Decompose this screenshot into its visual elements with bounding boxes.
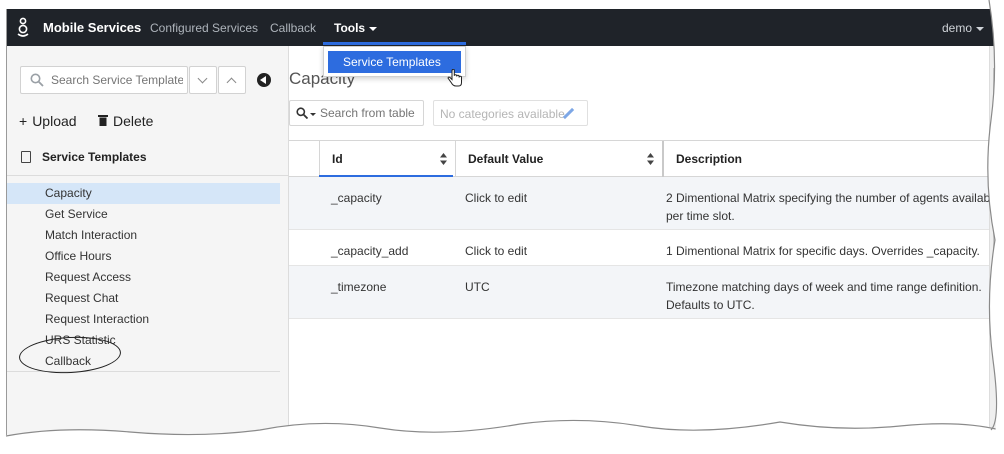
table-header: Id Default Value Description <box>289 140 989 177</box>
trash-icon <box>98 115 108 126</box>
brand-title[interactable]: Mobile Services <box>43 20 141 35</box>
table-row[interactable]: _capacity Click to edit 2 Dimentional Ma… <box>289 177 1000 230</box>
column-header-id[interactable]: Id <box>319 141 455 177</box>
cell-description: Timezone matching days of week and time … <box>666 278 982 314</box>
collapse-left-icon[interactable] <box>257 73 271 87</box>
cell-id: _capacity_add <box>331 244 409 258</box>
section-title: Service Templates <box>42 150 147 164</box>
delete-label: Delete <box>113 113 154 129</box>
cell-description: 1 Dimentional Matrix for specific days. … <box>666 244 980 258</box>
list-item-request-chat[interactable]: Request Chat <box>7 288 280 309</box>
table-row[interactable]: _capacity_add Click to edit 1 Dimentiona… <box>289 230 989 266</box>
cell-description-line2: per time slot. <box>666 209 735 223</box>
plus-icon: + <box>19 113 28 129</box>
cell-description-line2: Defaults to UTC. <box>666 298 755 312</box>
sort-icon[interactable] <box>647 153 654 165</box>
chevron-up-icon <box>226 77 237 88</box>
app-window: Mobile Services Configured Services Call… <box>6 9 1004 454</box>
list-item-office-hours[interactable]: Office Hours <box>7 246 280 267</box>
cell-default-value[interactable]: UTC <box>465 278 490 296</box>
column-header-default-value[interactable]: Default Value <box>455 141 662 177</box>
table-row[interactable]: _timezone UTC Timezone matching days of … <box>289 266 989 319</box>
top-navbar: Mobile Services Configured Services Call… <box>7 9 1004 46</box>
list-item-capacity[interactable]: Capacity <box>7 183 280 204</box>
user-name: demo <box>941 21 972 35</box>
column-header-id-label: Id <box>332 152 343 166</box>
nav-tools[interactable]: Tools <box>334 21 378 35</box>
collapse-up-button[interactable] <box>218 66 246 94</box>
torn-edge-bottom <box>0 419 1004 454</box>
list-item-request-interaction[interactable]: Request Interaction <box>7 309 280 330</box>
chevron-down-icon <box>369 26 378 31</box>
search-icon <box>30 73 44 87</box>
tools-dropdown-menu: Service Templates <box>323 46 466 77</box>
categories-text: No categories available <box>440 107 565 121</box>
cell-description: 2 Dimentional Matrix specifying the numb… <box>666 189 1000 225</box>
table-search-input[interactable] <box>320 105 420 121</box>
column-header-description[interactable]: Description <box>662 141 989 177</box>
chevron-down-icon <box>310 113 316 116</box>
cell-default-value[interactable]: Click to edit <box>465 189 527 207</box>
cell-id: _timezone <box>331 280 387 294</box>
upload-label: Upload <box>32 113 77 129</box>
cell-default-value[interactable]: Click to edit <box>465 242 527 260</box>
cell-description-line1: 2 Dimentional Matrix specifying the numb… <box>666 191 1000 205</box>
sidebar-search[interactable] <box>20 66 188 94</box>
expand-down-button[interactable] <box>189 66 217 94</box>
column-header-description-label: Description <box>676 152 743 166</box>
tools-active-indicator <box>323 42 466 45</box>
nav-configured-services[interactable]: Configured Services <box>150 21 258 35</box>
genesys-logo-icon[interactable] <box>15 17 31 39</box>
nav-tools-label: Tools <box>334 21 366 35</box>
header-selector <box>289 141 319 177</box>
list-item-get-service[interactable]: Get Service <box>7 204 280 225</box>
list-item-request-access[interactable]: Request Access <box>7 267 280 288</box>
hand-cursor-icon <box>447 69 462 87</box>
section-header: Service Templates <box>7 136 289 176</box>
column-header-default-label: Default Value <box>468 152 544 166</box>
nav-callback[interactable]: Callback <box>270 21 316 35</box>
cell-id: _capacity <box>331 191 382 205</box>
chevron-down-icon <box>197 73 208 84</box>
data-table: Id Default Value Description _capacity C… <box>289 140 1000 319</box>
delete-button[interactable]: Delete <box>98 113 153 129</box>
table-search[interactable] <box>289 100 424 126</box>
torn-edge-right <box>987 0 1004 454</box>
list-item-match-interaction[interactable]: Match Interaction <box>7 225 280 246</box>
cell-description-line1: Timezone matching days of week and time … <box>666 280 982 294</box>
search-input[interactable] <box>51 71 183 89</box>
search-icon <box>296 107 308 119</box>
categories-field: No categories available <box>433 100 588 126</box>
document-icon <box>21 151 31 163</box>
sort-icon[interactable] <box>440 153 447 165</box>
menu-item-service-templates[interactable]: Service Templates <box>328 51 461 73</box>
upload-button[interactable]: + Upload <box>19 113 77 129</box>
